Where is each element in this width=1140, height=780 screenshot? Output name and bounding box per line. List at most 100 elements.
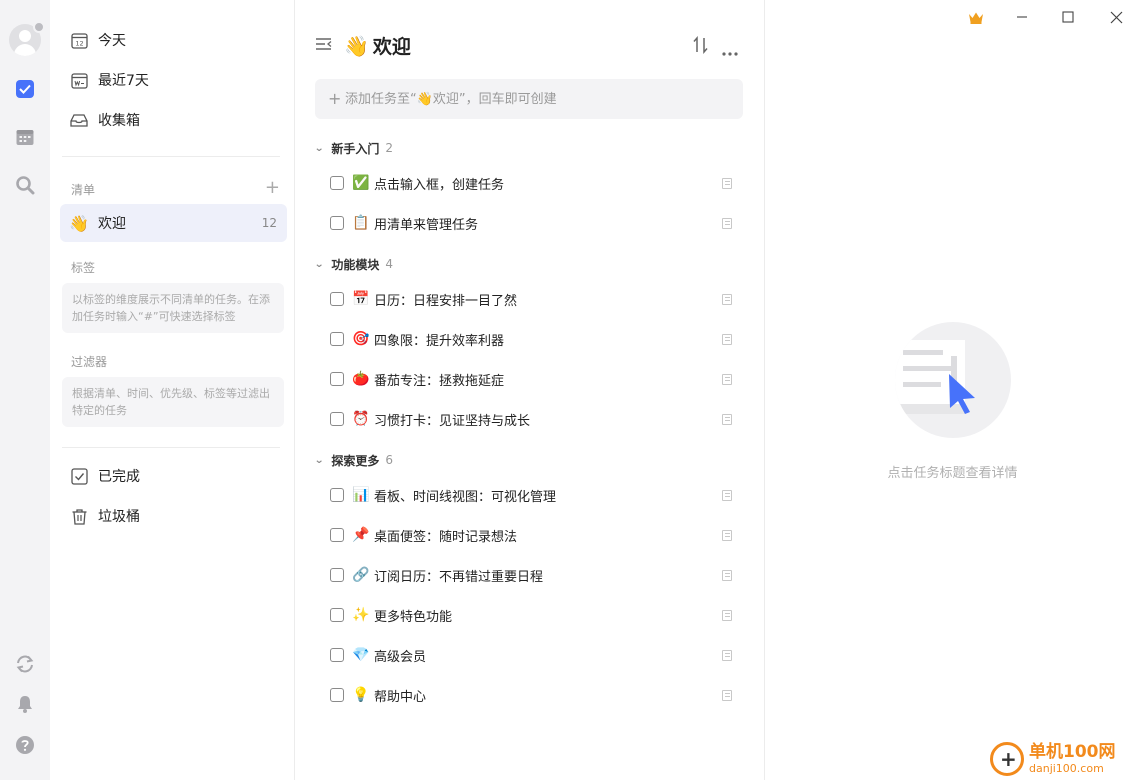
task-title[interactable]: 桌面便签：随时记录想法	[374, 526, 517, 545]
task-row[interactable]: 🔗 订阅日历：不再错过重要日程	[330, 555, 740, 595]
group-header[interactable]: ⌄ 功能模块 4	[314, 254, 393, 274]
sidebar: 12 今天 最近7天 收集箱 清单 + 👋 欢迎 12 标签 以标签的维度展示不…	[50, 0, 295, 780]
toggle-sidebar-icon[interactable]	[315, 36, 333, 56]
tags-hint: 以标签的维度展示不同清单的任务。在添加任务时输入“#”可快速选择标签	[62, 283, 284, 333]
task-emoji-icon: ⏰	[352, 411, 370, 427]
task-row[interactable]: 💎 高级会员	[330, 635, 740, 675]
more-options-icon[interactable]	[721, 42, 739, 61]
sort-icon[interactable]	[693, 35, 709, 58]
note-icon	[722, 609, 732, 621]
task-title[interactable]: 更多特色功能	[374, 606, 452, 625]
avatar-badge	[33, 21, 45, 33]
task-row[interactable]: 📊 看板、时间线视图：可视化管理	[330, 475, 740, 515]
task-title[interactable]: 日历：日程安排一目了然	[374, 290, 517, 309]
add-task-input[interactable]	[315, 79, 743, 119]
list-count: 12	[261, 216, 277, 230]
sidebar-item-label: 收集箱	[98, 113, 140, 129]
task-emoji-icon: 💎	[352, 647, 370, 663]
notification-bell-icon[interactable]	[13, 692, 37, 716]
watermark-url: danji100.com	[1029, 762, 1104, 775]
task-emoji-icon: 📅	[352, 291, 370, 307]
task-checkbox[interactable]	[330, 332, 344, 346]
task-title[interactable]: 高级会员	[374, 646, 426, 665]
sync-icon[interactable]	[13, 652, 37, 676]
add-list-button[interactable]: +	[265, 178, 280, 198]
close-icon[interactable]	[1105, 6, 1127, 28]
note-icon	[722, 177, 732, 189]
task-title[interactable]: 点击输入框，创建任务	[374, 174, 504, 193]
task-title[interactable]: 订阅日历：不再错过重要日程	[374, 566, 543, 585]
task-checkbox[interactable]	[330, 568, 344, 582]
sidebar-item-today[interactable]: 12 今天	[60, 21, 287, 59]
task-title[interactable]: 帮助中心	[374, 686, 426, 705]
task-emoji-icon: ✅	[352, 175, 370, 191]
trash-icon	[70, 507, 88, 525]
filters-hint: 根据清单、时间、优先级、标签等过滤出特定的任务	[62, 377, 284, 427]
task-row[interactable]: 🎯 四象限：提升效率利器	[330, 319, 740, 359]
task-checkbox[interactable]	[330, 216, 344, 230]
task-title[interactable]: 用清单来管理任务	[374, 214, 478, 233]
task-detail-panel: 点击任务标题查看详情	[765, 0, 1140, 780]
task-emoji-icon: 📋	[352, 215, 370, 231]
chevron-down-icon: ⌄	[314, 258, 325, 270]
divider	[62, 447, 280, 448]
tags-section-label: 标签	[71, 261, 96, 275]
completed-icon	[70, 467, 88, 485]
sidebar-item-label: 垃圾桶	[98, 509, 140, 525]
task-row[interactable]: ⏰ 习惯打卡：见证坚持与成长	[330, 399, 740, 439]
task-title[interactable]: 番茄专注：拯救拖延症	[374, 370, 504, 389]
task-emoji-icon: 💡	[352, 687, 370, 703]
task-row[interactable]: 📅 日历：日程安排一目了然	[330, 279, 740, 319]
note-icon	[722, 333, 732, 345]
task-checkbox[interactable]	[330, 528, 344, 542]
note-icon	[722, 689, 732, 701]
watermark-logo-icon	[990, 742, 1024, 776]
minimize-icon[interactable]	[1011, 6, 1033, 28]
task-checkbox[interactable]	[330, 488, 344, 502]
sidebar-item-welcome[interactable]: 👋 欢迎 12	[60, 204, 287, 242]
task-row[interactable]: ✅ 点击输入框，创建任务	[330, 163, 740, 203]
task-checkbox[interactable]	[330, 412, 344, 426]
lists-section-label: 清单	[71, 183, 96, 197]
page-title-text: 欢迎	[372, 36, 411, 58]
note-icon	[722, 489, 732, 501]
group-header[interactable]: ⌄ 探索更多 6	[314, 450, 394, 470]
task-checkbox[interactable]	[330, 176, 344, 190]
calendar-week-icon	[70, 71, 88, 89]
task-row[interactable]: 💡 帮助中心	[330, 675, 740, 715]
task-title[interactable]: 四象限：提升效率利器	[374, 330, 504, 349]
task-emoji-icon: 🍅	[352, 371, 370, 387]
crown-icon[interactable]	[965, 6, 987, 28]
task-checkbox[interactable]	[330, 688, 344, 702]
chevron-down-icon: ⌄	[314, 454, 325, 466]
task-checkbox[interactable]	[330, 372, 344, 386]
sidebar-item-completed[interactable]: 已完成	[60, 457, 287, 495]
task-title[interactable]: 看板、时间线视图：可视化管理	[374, 486, 556, 505]
note-icon	[722, 293, 732, 305]
task-row[interactable]: 📋 用清单来管理任务	[330, 203, 740, 243]
group-name: 新手入门	[331, 141, 380, 156]
sidebar-item-inbox[interactable]: 收集箱	[60, 101, 287, 139]
help-icon[interactable]	[13, 733, 37, 757]
task-checkbox[interactable]	[330, 292, 344, 306]
note-icon	[722, 217, 732, 229]
calendar-icon[interactable]	[13, 125, 37, 149]
group-header[interactable]: ⌄ 新手入门 2	[314, 138, 393, 158]
group-count: 6	[385, 453, 394, 467]
task-emoji-icon: 📊	[352, 487, 370, 503]
sidebar-item-label: 最近7天	[98, 73, 149, 89]
task-row[interactable]: ✨ 更多特色功能	[330, 595, 740, 635]
task-checkbox[interactable]	[330, 608, 344, 622]
task-row[interactable]: 📌 桌面便签：随时记录想法	[330, 515, 740, 555]
sidebar-item-next7days[interactable]: 最近7天	[60, 61, 287, 99]
search-icon[interactable]	[13, 173, 37, 197]
chevron-down-icon: ⌄	[314, 142, 325, 154]
sidebar-item-trash[interactable]: 垃圾桶	[60, 497, 287, 535]
task-title[interactable]: 习惯打卡：见证坚持与成长	[374, 410, 530, 429]
plus-icon: +	[328, 89, 342, 108]
task-checkbox[interactable]	[330, 648, 344, 662]
task-list-panel: 👋 欢迎 + ⌄ 新手入门 2 ✅ 点击输入框，创建任务 📋 用清单来管理任务 …	[295, 0, 765, 780]
tasks-checkbox-icon[interactable]	[13, 77, 37, 101]
task-row[interactable]: 🍅 番茄专注：拯救拖延症	[330, 359, 740, 399]
maximize-icon[interactable]	[1057, 6, 1079, 28]
